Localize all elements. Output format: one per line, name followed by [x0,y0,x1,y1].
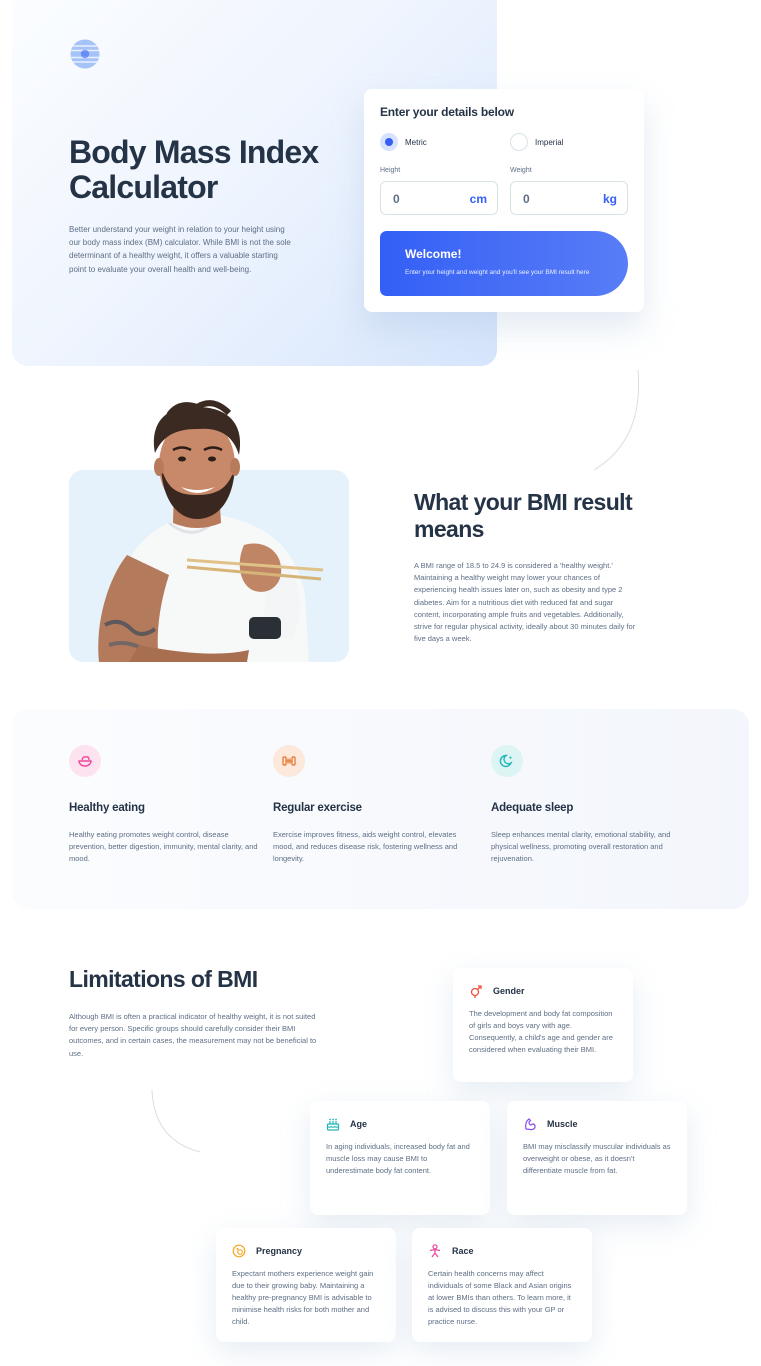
limitation-card-text: The development and body fat composition… [469,1009,613,1054]
gender-icon [470,985,482,998]
limitation-card-title: Pregnancy [256,1246,303,1256]
metric-radio-dot[interactable] [380,133,398,151]
weight-input[interactable]: 0 kg [510,181,628,215]
imperial-radio[interactable]: Imperial [510,133,563,151]
limitation-card-muscle: Muscle BMI may misclassify muscular indi… [507,1101,687,1215]
result-title: Welcome! [405,247,462,261]
birthday-cake-icon [326,1118,340,1131]
limitation-card-pregnancy: Pregnancy Expectant mothers experience w… [216,1228,396,1342]
weight-label: Weight [510,167,532,174]
limitation-card-gender: Gender The development and body fat comp… [453,968,633,1082]
metric-radio-label[interactable]: Metric [405,138,427,147]
muscle-icon [525,1118,536,1131]
page-title: Body Mass Index Calculator [69,134,319,205]
bmi-logo-icon[interactable] [70,39,100,69]
result-text: Enter your height and weight and you'll … [405,269,590,276]
metric-radio[interactable]: Metric [380,133,427,151]
result-panel: Welcome! Enter your height and weight an… [380,231,628,296]
limitation-card-text: In aging individuals, increased body fat… [326,1142,470,1175]
man-eating-photo [98,400,324,662]
limitation-card-title: Gender [493,986,525,996]
limitation-card-title: Race [452,1246,474,1256]
limitation-card-text: BMI may misclassify muscular individuals… [523,1142,671,1175]
tip-text-regular-exercise: Exercise improves fitness, aids weight c… [273,830,458,863]
tip-title-regular-exercise: Regular exercise [273,802,362,814]
limitation-card-title: Muscle [547,1119,578,1129]
limitation-card-race: Race Certain health concerns may affect … [412,1228,592,1342]
height-unit: cm [469,192,487,206]
limitation-card-text: Certain health concerns may affect indiv… [428,1269,572,1326]
limitation-card-text: Expectant mothers experience weight gain… [232,1269,374,1326]
imperial-radio-label[interactable]: Imperial [535,138,563,147]
calculator-heading: Enter your details below [380,105,514,119]
limitation-card-title: Age [350,1119,368,1129]
weight-unit: kg [602,192,617,206]
bmi-meaning-text: A BMI range of 18.5 to 24.9 is considere… [414,561,636,644]
hero-description: Better understand your weight in relatio… [69,225,291,274]
tip-title-adequate-sleep: Adequate sleep [491,802,574,814]
limitations-text: Although BMI is often a practical indica… [69,1012,317,1058]
tip-text-adequate-sleep: Sleep enhances mental clarity, emotional… [491,830,671,863]
moon-icon [491,745,523,777]
tip-title-healthy-eating: Healthy eating [69,802,145,814]
height-input[interactable]: 0 cm [380,181,498,215]
pregnancy-icon [232,1244,246,1258]
limitation-card-age: Age In aging individuals, increased body… [310,1101,490,1215]
bmi-meaning-title: What your BMI result means [414,489,633,542]
race-icon [429,1244,441,1258]
limitations-title: Limitations of BMI [69,966,258,992]
height-label: Height [380,167,401,174]
weight-value[interactable]: 0 [523,192,530,206]
tip-text-healthy-eating: Healthy eating promotes weight control, … [69,830,258,863]
bowl-icon [69,745,101,777]
decorative-curve [593,370,640,471]
bmi-calculator-card: Enter your details below Metric Imperial… [364,89,644,312]
dumbbell-icon [273,745,305,777]
height-value[interactable]: 0 [393,192,400,206]
imperial-radio-dot[interactable] [510,133,528,151]
decorative-curve [151,1089,201,1153]
